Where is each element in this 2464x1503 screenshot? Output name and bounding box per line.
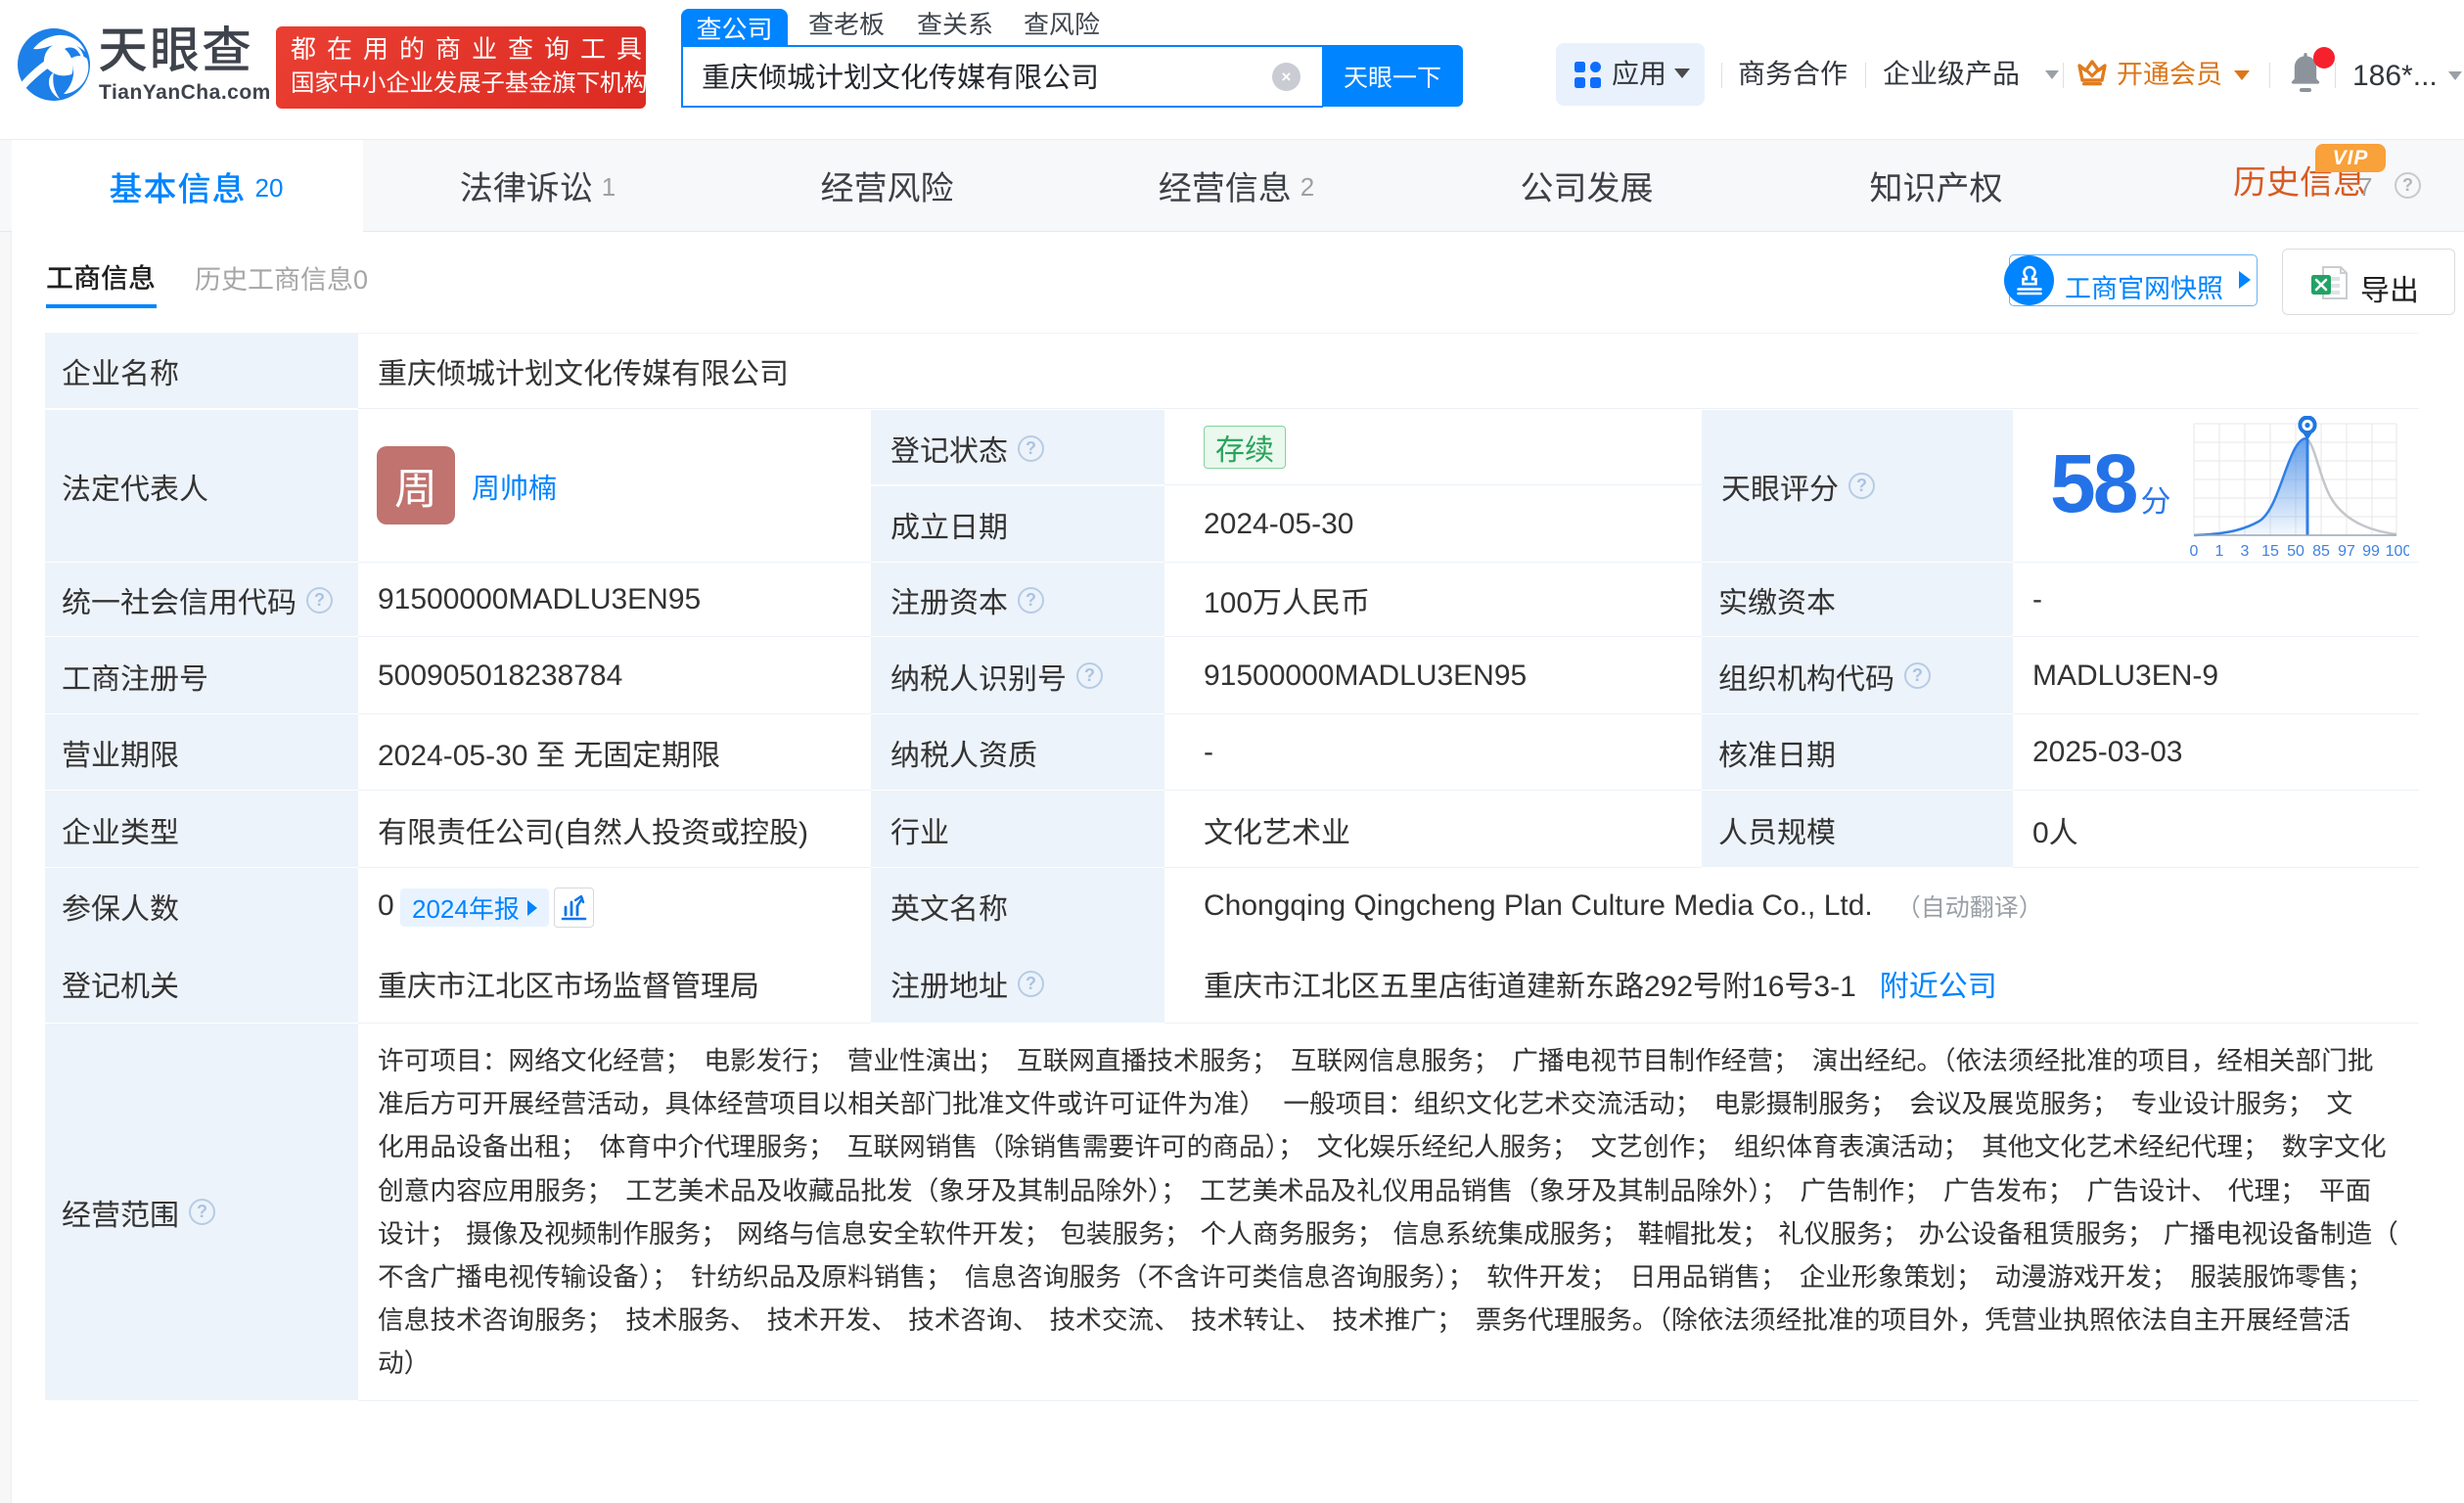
svg-text:0: 0 [2190,543,2199,560]
svg-text:50: 50 [2287,543,2304,560]
svg-text:1: 1 [2215,543,2224,560]
svg-text:97: 97 [2338,543,2355,560]
svg-text:100: 100 [2386,543,2409,560]
svg-text:3: 3 [2241,543,2250,560]
svg-text:99: 99 [2362,543,2380,560]
svg-text:85: 85 [2312,543,2330,560]
svg-text:15: 15 [2261,543,2279,560]
